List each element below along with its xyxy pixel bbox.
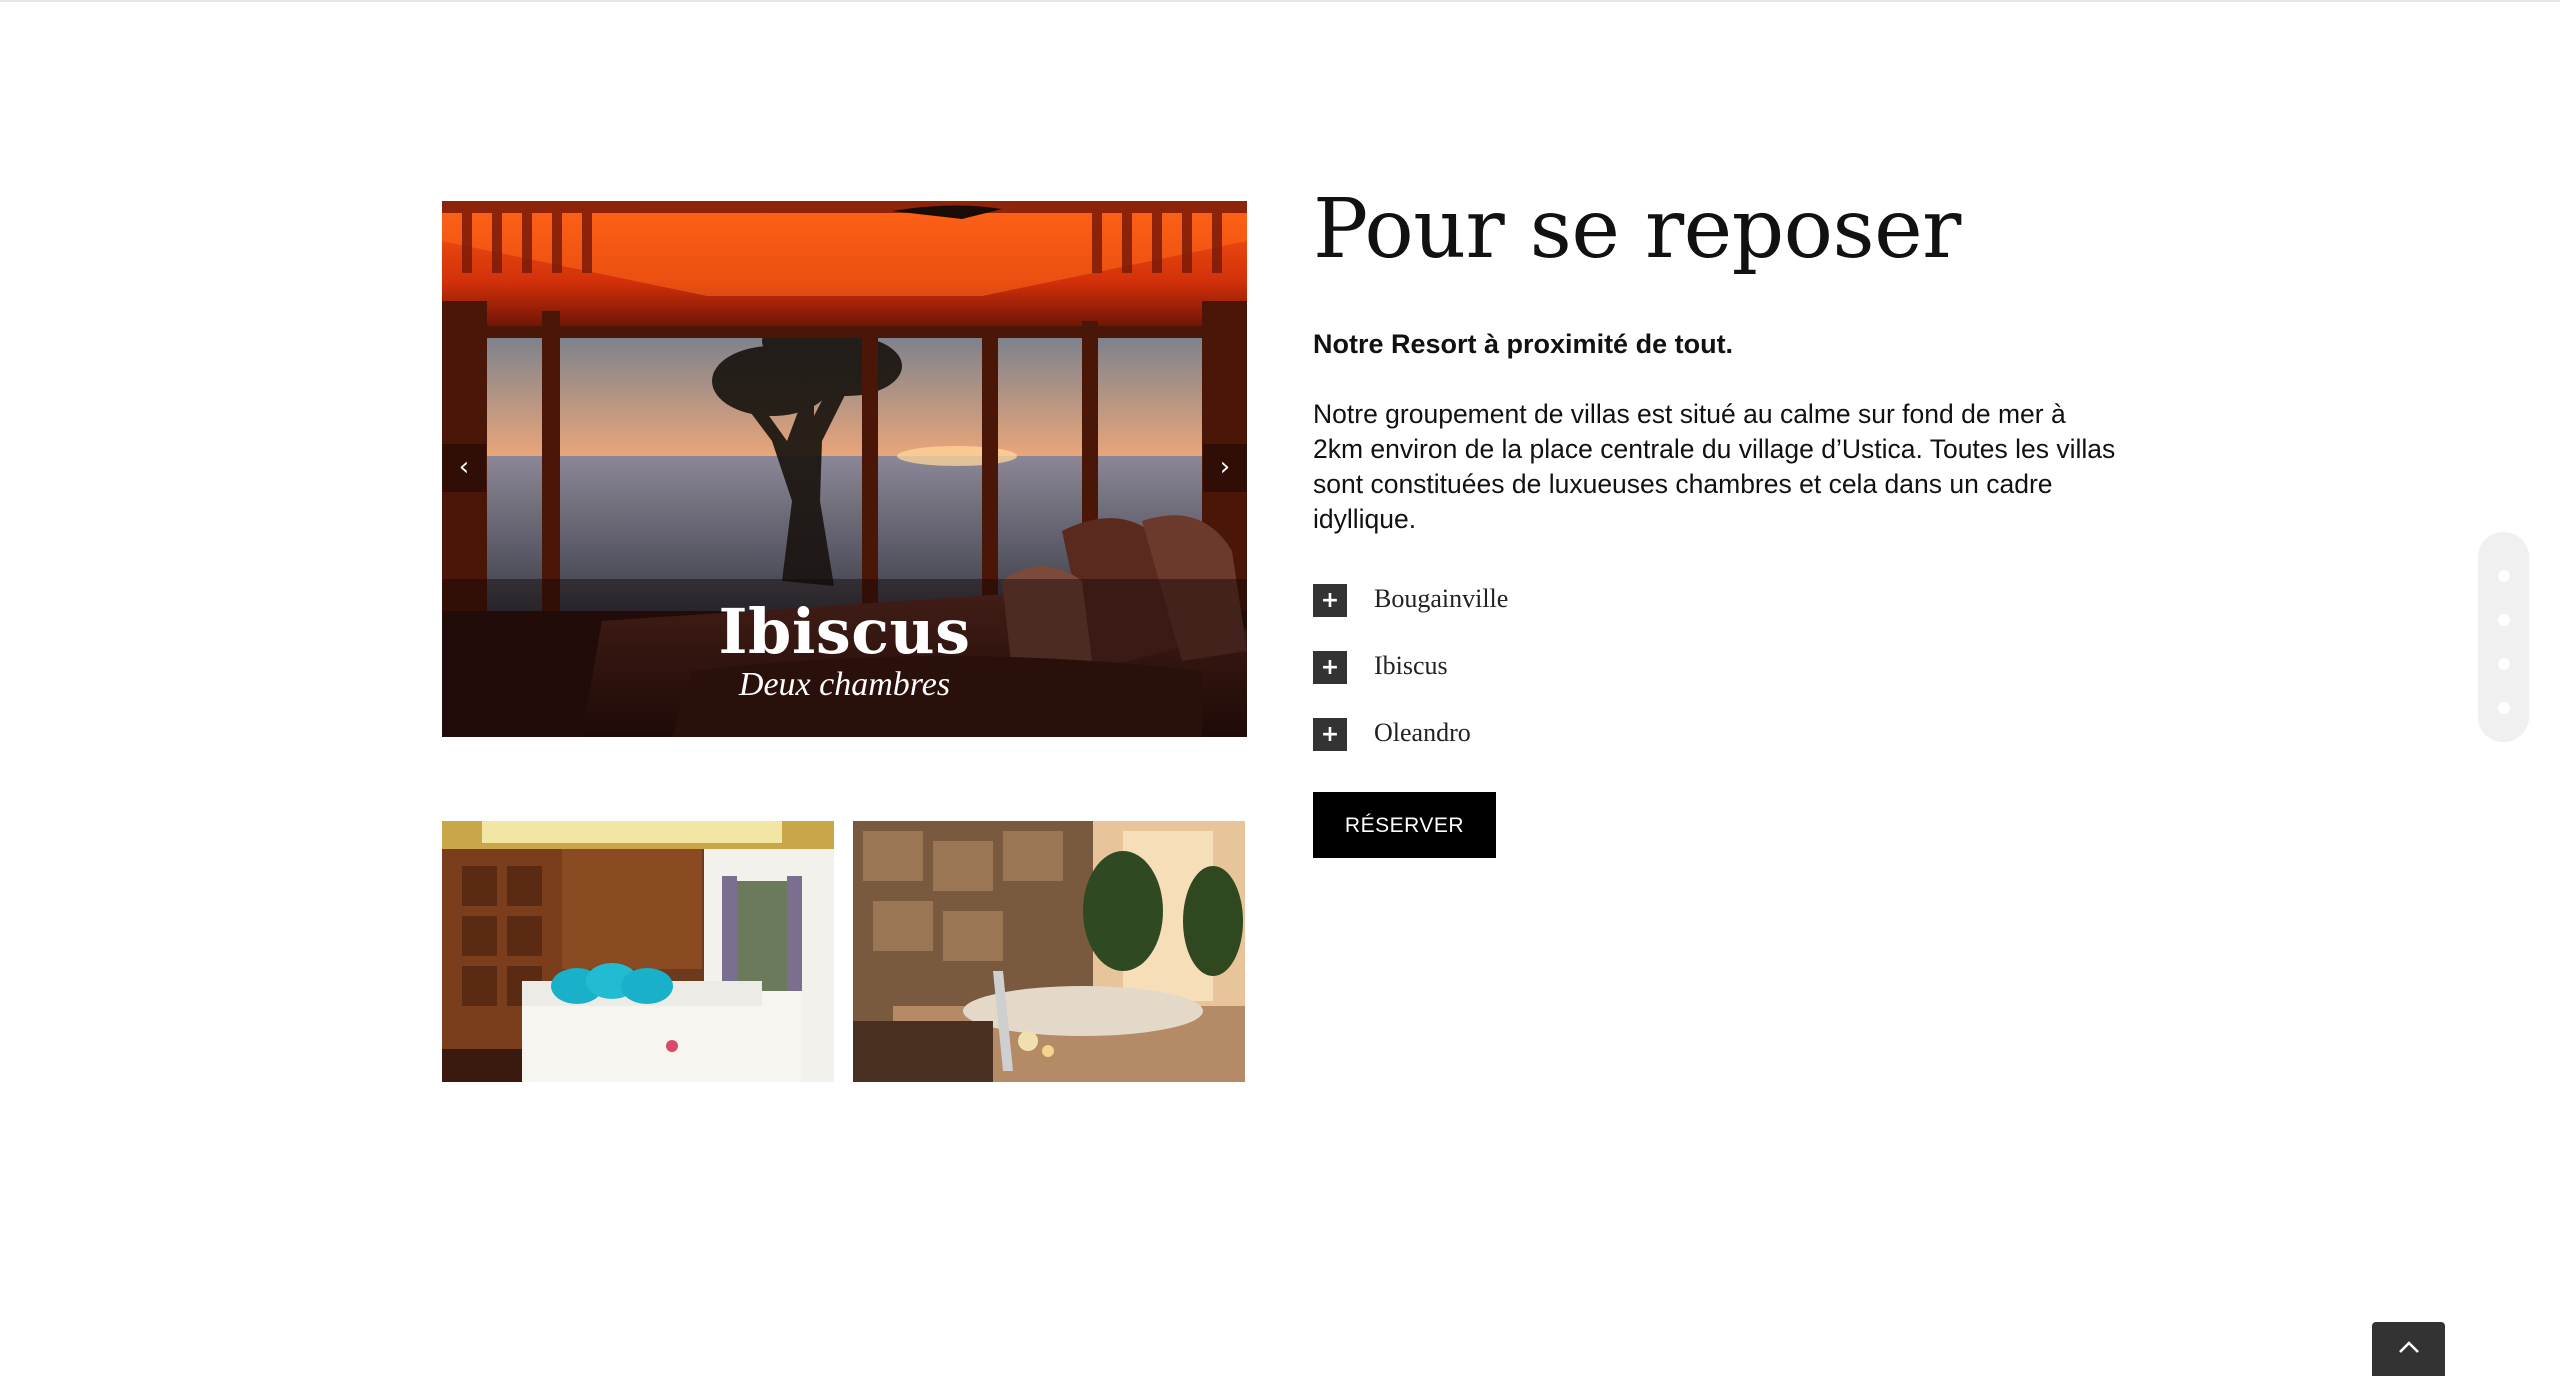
section-subtitle: Notre Resort à proximité de tout.: [1313, 329, 1734, 359]
nav-dot-4[interactable]: [2498, 702, 2510, 714]
nav-dot-1[interactable]: [2498, 570, 2510, 582]
nav-dot-2[interactable]: [2498, 614, 2510, 626]
plus-icon: +: [1313, 718, 1347, 751]
page-title: Pour se reposer: [1313, 182, 1961, 277]
chevron-right-icon: ›: [1219, 452, 1231, 482]
content-section: Pour se reposer Notre Resort à proximité…: [1313, 180, 2123, 534]
slider-next-button[interactable]: ›: [1203, 444, 1247, 492]
slide-caption: Ibiscus Deux chambres: [442, 596, 1247, 704]
section-dot-nav: [2478, 532, 2529, 742]
accordion-label: Bougainville: [1374, 584, 1509, 613]
reserve-button[interactable]: RÉSERVER: [1313, 792, 1496, 858]
chevron-up-icon: [2399, 1341, 2419, 1353]
section-description: Notre groupement de villas est situé au …: [1313, 399, 2116, 534]
chevron-left-icon: ‹: [458, 452, 470, 482]
slide-subtitle: Deux chambres: [738, 666, 951, 703]
back-to-top-button[interactable]: [2372, 1322, 2445, 1376]
bedroom-thumbnail[interactable]: [442, 821, 834, 1082]
top-divider: [0, 0, 2560, 2]
plus-icon: +: [1313, 584, 1347, 617]
spa-thumbnail[interactable]: [853, 821, 1245, 1082]
accordion-label: Oleandro: [1374, 718, 1471, 747]
nav-dot-3[interactable]: [2498, 658, 2510, 670]
image-slider[interactable]: Ibiscus Deux chambres ‹ ›: [442, 201, 1247, 737]
plus-icon: +: [1313, 651, 1347, 684]
accordion-label: Ibiscus: [1374, 651, 1448, 680]
slide-title: Ibiscus: [718, 595, 971, 668]
slider-prev-button[interactable]: ‹: [442, 444, 486, 492]
